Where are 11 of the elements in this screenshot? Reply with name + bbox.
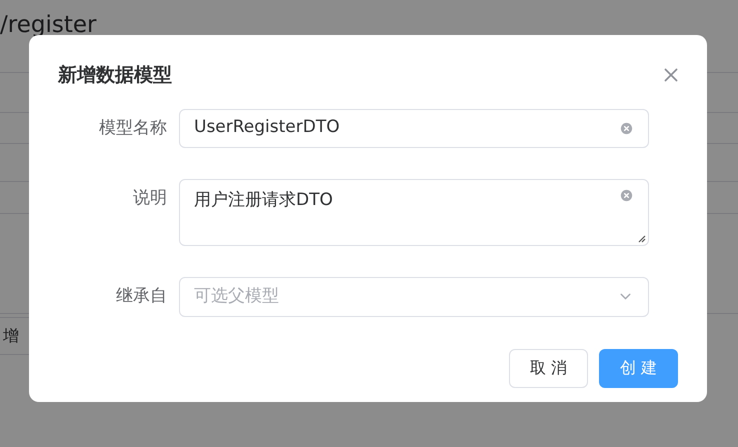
text-field[interactable]: UserRegisterDTO bbox=[179, 108, 649, 148]
page-title: /register bbox=[0, 11, 98, 40]
resize-handle-icon[interactable] bbox=[637, 234, 646, 242]
text-area[interactable]: 用户注册请求DTO bbox=[179, 178, 649, 246]
clear-icon[interactable] bbox=[619, 188, 634, 202]
field-label: 继承自 bbox=[115, 284, 167, 308]
clear-icon[interactable] bbox=[619, 120, 634, 136]
cancel-button[interactable]: 取 消 bbox=[509, 348, 588, 388]
field-label: 模型名称 bbox=[98, 116, 167, 140]
dialog-title: 新增数据模型 bbox=[58, 63, 172, 88]
field-label: 说明 bbox=[132, 186, 167, 210]
